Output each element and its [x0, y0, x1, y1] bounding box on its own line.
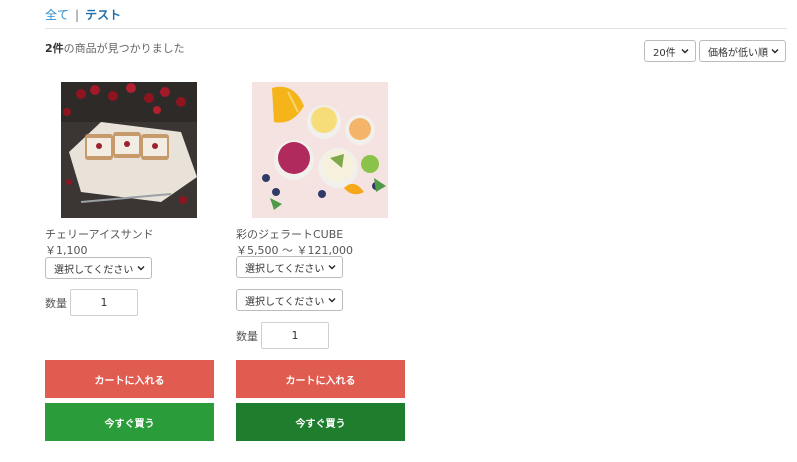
buy-now-button[interactable]: 今すぐ買う	[45, 403, 214, 441]
result-count: 2件の商品が見つかりました	[45, 40, 185, 56]
product-image-cherry-ice-sandwich[interactable]	[61, 82, 197, 218]
breadcrumb-current[interactable]: テスト	[85, 6, 121, 23]
product-option-select[interactable]: 選択してください	[45, 257, 152, 279]
product-name[interactable]: 彩のジェラートCUBE	[236, 226, 343, 242]
breadcrumb: 全て | テスト	[45, 6, 121, 23]
sort-select[interactable]: 価格が低い順	[699, 40, 786, 62]
per-page-select[interactable]: 20件	[644, 40, 696, 62]
quantity-input[interactable]: 1	[261, 322, 329, 349]
add-to-cart-button[interactable]: カートに入れる	[236, 360, 405, 398]
result-count-text: の商品が見つかりました	[63, 42, 185, 55]
product-price: ￥1,100	[45, 244, 88, 257]
breadcrumb-all-link[interactable]: 全て	[45, 6, 69, 23]
breadcrumb-separator: |	[75, 7, 80, 22]
result-count-number: 2件	[45, 42, 64, 55]
product-name[interactable]: チェリーアイスサンド	[45, 226, 154, 242]
add-to-cart-button[interactable]: カートに入れる	[45, 360, 214, 398]
quantity-label: 数量	[45, 297, 67, 310]
option-select-value: 選択してください	[245, 296, 325, 308]
breadcrumb-divider	[45, 28, 787, 29]
option-select-value: 選択してください	[54, 264, 134, 276]
product-option-select[interactable]: 選択してください	[236, 256, 343, 278]
buy-now-button[interactable]: 今すぐ買う	[236, 403, 405, 441]
quantity-label: 数量	[236, 330, 258, 343]
quantity-input[interactable]: 1	[70, 289, 138, 316]
chevron-down-icon	[137, 264, 145, 272]
chevron-down-icon	[328, 296, 336, 304]
product-image-gelato-cube[interactable]	[252, 82, 388, 218]
chevron-down-icon	[681, 47, 689, 55]
product-option-select[interactable]: 選択してください	[236, 289, 343, 311]
per-page-value: 20件	[653, 47, 676, 59]
option-select-value: 選択してください	[245, 263, 325, 275]
chevron-down-icon	[771, 47, 779, 55]
chevron-down-icon	[328, 263, 336, 271]
sort-value: 価格が低い順	[708, 47, 768, 59]
